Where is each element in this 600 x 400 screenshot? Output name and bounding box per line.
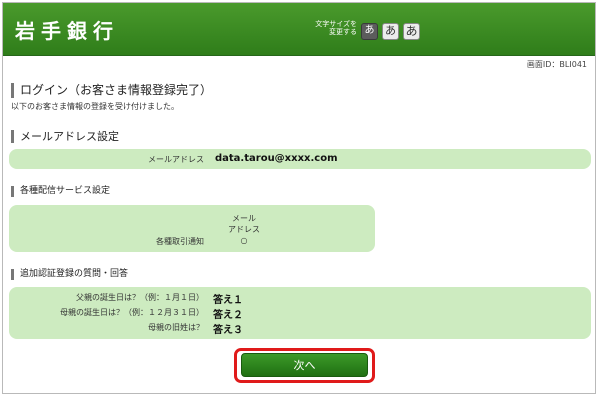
- delivery-row-value: ○: [240, 236, 248, 245]
- font-size-small-button[interactable]: あ: [361, 23, 378, 40]
- delivery-section-title: 各種配信サービス設定: [11, 186, 110, 197]
- header-bar: 岩手銀行 文字サイズを 変更する あ あ あ: [3, 3, 595, 56]
- font-size-large-button[interactable]: あ: [403, 23, 420, 40]
- email-panel: メールアドレス data.tarou@xxxx.com: [9, 149, 591, 169]
- page-description: 以下のお客さま情報の登録を受け付けました。: [11, 102, 179, 111]
- page-frame: 岩手銀行 文字サイズを 変更する あ あ あ 画面ID：BLI041 ログイン（…: [2, 2, 596, 394]
- auth-answer-1: 答え１: [213, 295, 243, 306]
- page-title: ログイン（お客さま情報登録完了）: [11, 83, 212, 98]
- email-section-title: メールアドレス設定: [11, 130, 119, 143]
- next-button[interactable]: 次へ: [241, 353, 368, 377]
- auth-section-title: 追加認証登録の質問・回答: [11, 269, 128, 280]
- delivery-row-label: 各種取引通知: [156, 237, 204, 246]
- delivery-column-header: メール アドレス: [228, 214, 260, 234]
- email-label: メールアドレス: [148, 155, 204, 164]
- auth-panel: 父親の誕生日は？（例：１月１日） 答え１ 母親の誕生日は？（例：１２月３１日） …: [9, 287, 591, 339]
- auth-answer-3: 答え３: [213, 325, 243, 336]
- font-size-label: 文字サイズを 変更する: [315, 20, 357, 36]
- screen-id: 画面ID：BLI041: [526, 60, 587, 69]
- bank-logo: 岩手銀行: [15, 19, 119, 43]
- email-value: data.tarou@xxxx.com: [215, 153, 338, 164]
- font-size-medium-button[interactable]: あ: [382, 23, 399, 40]
- auth-question-3: 母親の旧姓は？: [148, 323, 204, 332]
- auth-answer-2: 答え２: [213, 310, 243, 321]
- auth-question-1: 父親の誕生日は？（例：１月１日）: [76, 293, 204, 302]
- auth-question-2: 母親の誕生日は？（例：１２月３１日）: [60, 308, 204, 317]
- delivery-panel: メール アドレス 各種取引通知 ○: [9, 205, 375, 252]
